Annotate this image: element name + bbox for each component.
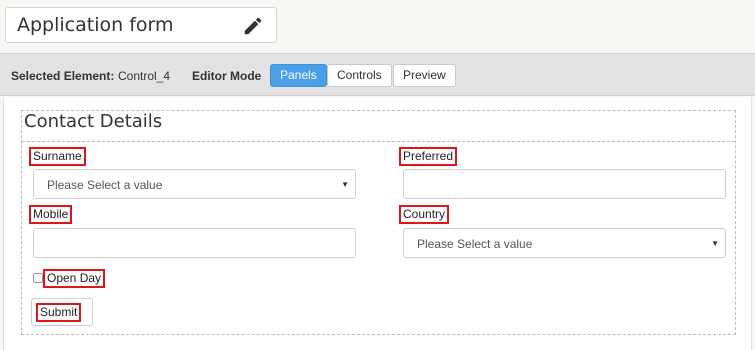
submit-label: Submit <box>35 303 82 322</box>
surname-label[interactable]: Surname <box>29 147 86 166</box>
panel-divider <box>22 141 735 142</box>
editor-mode-label: Editor Mode <box>192 69 262 83</box>
country-select[interactable]: Please Select a value ▼ <box>403 228 726 258</box>
mobile-input[interactable] <box>33 228 356 258</box>
preview-mode-button[interactable]: Preview <box>393 64 456 87</box>
open-day-checkbox[interactable] <box>33 273 43 283</box>
form-title-box[interactable]: Application form <box>5 7 277 43</box>
surname-select-value: Please Select a value <box>47 178 163 192</box>
surname-select[interactable]: Please Select a value ▼ <box>33 169 356 199</box>
panel-title: Contact Details <box>24 111 163 132</box>
selected-element-label: Selected Element: <box>11 69 115 83</box>
form-canvas: Contact Details Surname Please Select a … <box>3 97 752 350</box>
pencil-icon[interactable] <box>242 15 264 37</box>
controls-mode-button[interactable]: Controls <box>327 64 392 87</box>
panels-mode-button[interactable]: Panels <box>270 64 327 87</box>
contact-details-panel[interactable]: Contact Details Surname Please Select a … <box>21 110 736 335</box>
country-label[interactable]: Country <box>398 205 450 224</box>
chevron-down-icon: ▼ <box>341 180 349 189</box>
chevron-down-icon: ▼ <box>711 239 719 248</box>
open-day-label[interactable]: Open Day <box>42 269 106 288</box>
submit-button[interactable]: Submit <box>31 298 93 326</box>
preferred-label[interactable]: Preferred <box>398 147 458 166</box>
preferred-input[interactable] <box>403 169 726 199</box>
mobile-label[interactable]: Mobile <box>28 205 73 224</box>
country-select-value: Please Select a value <box>417 237 533 251</box>
form-title: Application form <box>17 14 174 36</box>
selected-element-value: Control_4 <box>118 69 171 83</box>
editor-toolbar: Selected Element: Control_4 Editor Mode … <box>0 53 755 96</box>
